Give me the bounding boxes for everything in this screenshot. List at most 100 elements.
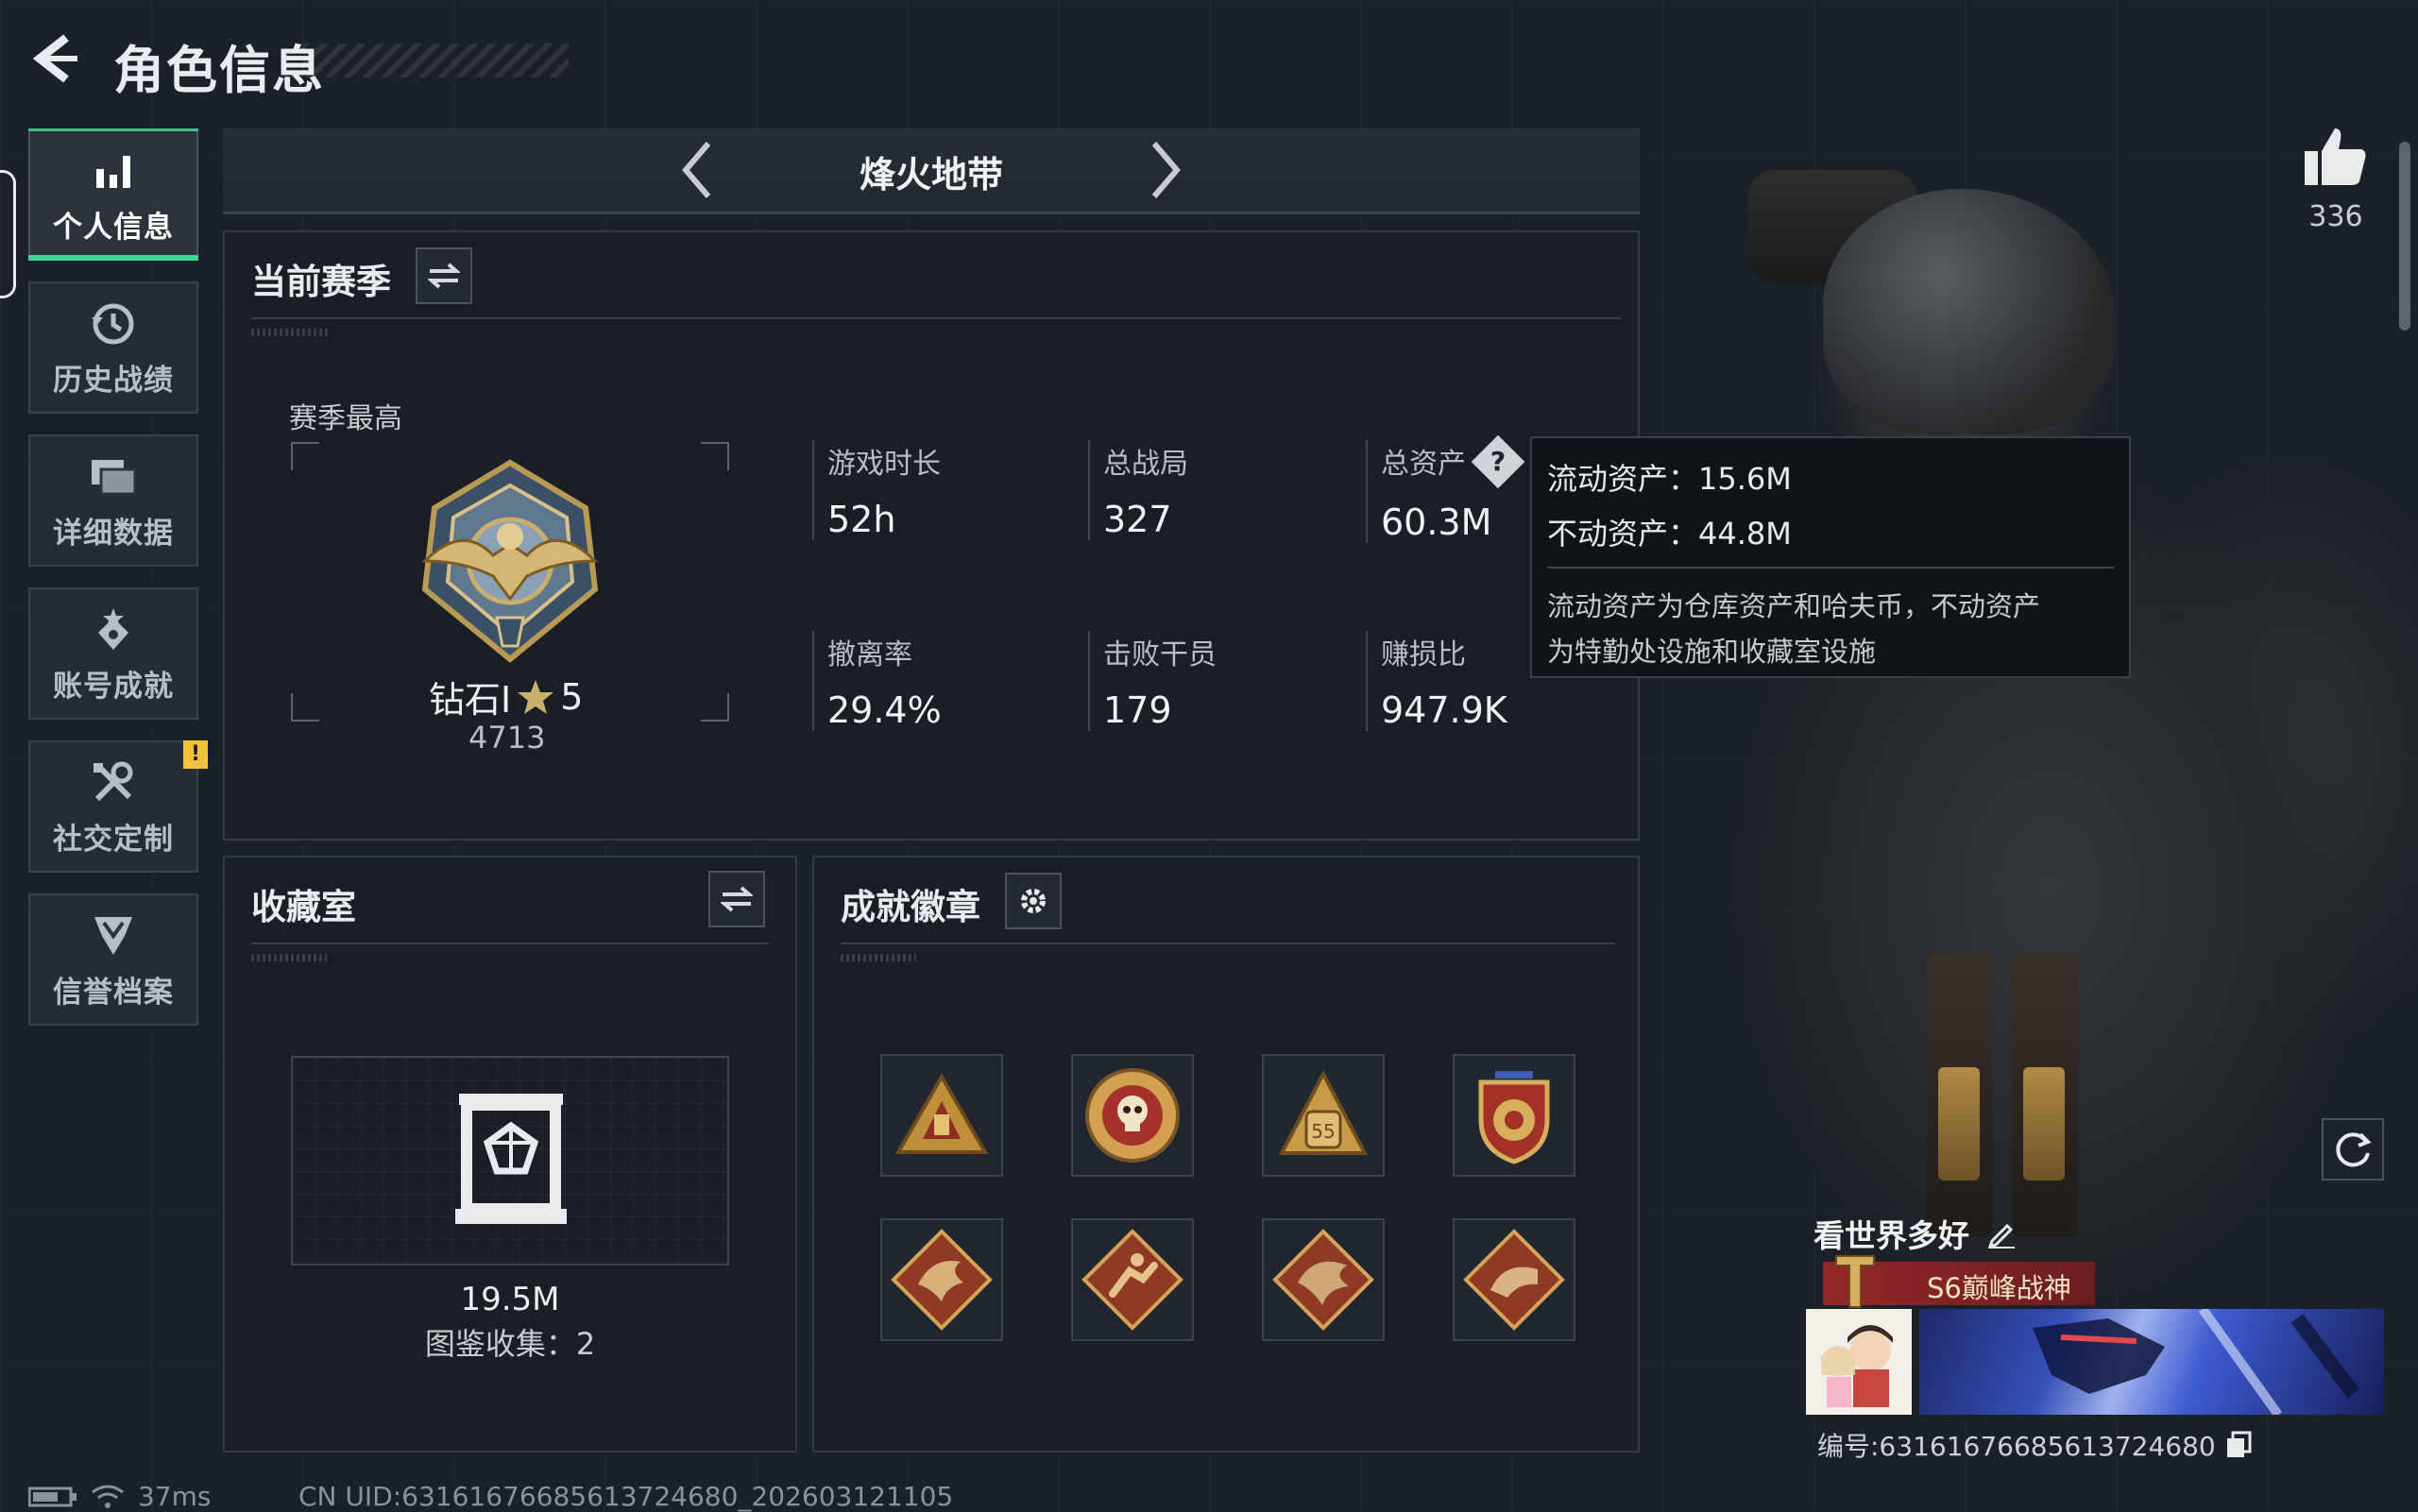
stat-value: 947.9K	[1381, 689, 1507, 731]
collection-value: 19.5M	[460, 1281, 560, 1318]
stat-label: 总战局	[1103, 448, 1188, 481]
shield-stars-icon	[1478, 1071, 1550, 1164]
diamond-rank-badge-icon	[406, 457, 614, 665]
rank-name: 钻石I 5	[429, 671, 583, 722]
collection-count: 图鉴收集：2	[424, 1326, 596, 1362]
stat-label: 赚损比	[1381, 638, 1466, 671]
collection-title: 收藏室	[251, 887, 356, 927]
badge-slot[interactable]	[880, 1218, 1003, 1341]
rank-stars: 5	[560, 675, 584, 718]
stat-total-assets: 总资产? 60.3M	[1366, 434, 1525, 543]
divider	[841, 943, 1615, 944]
like-button[interactable]	[2301, 123, 2369, 191]
badge-slot[interactable]: 55	[1262, 1054, 1385, 1177]
mode-title: 烽火地带	[859, 154, 1003, 195]
badge-slot[interactable]	[1071, 1054, 1194, 1177]
croc-diamond-icon	[1463, 1229, 1565, 1331]
nav-label: 账号成就	[53, 669, 174, 704]
tooltip-desc-line: 为特勤处设施和收藏室设施	[1547, 636, 1877, 668]
badge-slot[interactable]	[880, 1054, 1003, 1177]
credit-icon	[87, 909, 140, 962]
alert-badge: !	[183, 740, 208, 769]
nav-label: 信誉档案	[53, 975, 174, 1010]
refresh-icon	[2336, 1132, 2372, 1167]
nav-label: 社交定制	[53, 822, 174, 857]
liquid-assets: 流动资产：15.6M	[1547, 461, 1792, 497]
stat-extraction-rate: 撤离率 29.4%	[812, 631, 942, 731]
badge-settings-button[interactable]	[1005, 873, 1062, 929]
nav-item-achievements[interactable]: 账号成就	[28, 587, 198, 720]
tools-icon	[87, 756, 140, 809]
stat-value: 29.4%	[827, 689, 942, 731]
backpack-badge-icon: 55	[1278, 1069, 1369, 1155]
stat-label: 撤离率	[827, 638, 912, 671]
rotate-model-button[interactable]	[2322, 1118, 2384, 1181]
nav-label: 个人信息	[53, 210, 174, 245]
badge-slot[interactable]	[1453, 1218, 1575, 1341]
folder-icon	[87, 450, 140, 503]
player-avatar[interactable]	[1806, 1309, 1912, 1415]
achievement-icon	[87, 603, 140, 656]
battery-icon	[28, 1487, 77, 1506]
history-icon	[87, 297, 140, 350]
scrollbar[interactable]	[2399, 142, 2410, 331]
footer-uid: CN UID:631616766856137246​80_20260312110…	[298, 1481, 954, 1512]
nav-item-detailed-data[interactable]: 详细数据	[28, 434, 198, 567]
side-drawer-tab[interactable]	[0, 170, 16, 298]
tooltip-divider	[1547, 567, 2114, 569]
decoration-dots	[251, 954, 327, 961]
nav-item-personal-info[interactable]: 个人信息	[28, 128, 198, 261]
nav-label: 详细数据	[53, 516, 174, 551]
badge-slot[interactable]	[1071, 1218, 1194, 1341]
chevron-right-icon	[1151, 142, 1181, 198]
star-icon	[518, 679, 554, 714]
bar-chart-icon	[87, 144, 140, 197]
nav-item-social-custom[interactable]: 社交定制 !	[28, 740, 208, 873]
swap-icon	[721, 886, 753, 912]
divider	[251, 317, 1621, 319]
stat-play-time: 游戏时长 52h	[812, 440, 941, 540]
stat-label: 总资产?	[1381, 434, 1525, 488]
decoration-dots	[251, 329, 331, 336]
edit-icon[interactable]	[1986, 1218, 2017, 1249]
back-arrow-icon	[32, 34, 77, 83]
back-button[interactable]	[28, 32, 81, 85]
stat-value: 60.3M	[1381, 501, 1492, 543]
player-banner[interactable]	[1919, 1309, 2384, 1415]
svg-text:55: 55	[1311, 1120, 1335, 1143]
divider	[251, 943, 769, 944]
player-uid: 编号:631616766856137246​80	[1817, 1431, 2216, 1462]
decoration-dots	[841, 954, 916, 961]
assets-tooltip: 流动资产：15.6M 不动资产：44.8M 流动资产为仓库资产和哈夫币，不动资产…	[1530, 436, 2131, 678]
ping: 37ms	[138, 1481, 212, 1512]
help-icon[interactable]: ?	[1471, 434, 1525, 488]
dragon-diamond-icon	[891, 1229, 993, 1331]
runner-diamond-icon	[1081, 1229, 1183, 1331]
nav-item-credit-record[interactable]: 信誉档案	[28, 893, 198, 1026]
badges-title: 成就徽章	[841, 887, 980, 927]
stat-label-text: 总资产	[1381, 448, 1466, 481]
rank-score: 4713	[468, 720, 546, 756]
triangle-badge-icon	[894, 1073, 989, 1154]
player-uid-row: 编号:631616766856137246​80	[1817, 1426, 2252, 1464]
switch-season-button[interactable]	[416, 247, 472, 304]
badge-slot[interactable]	[1262, 1218, 1385, 1341]
copy-icon[interactable]	[2225, 1431, 2252, 1459]
vault-case-icon	[455, 1094, 567, 1224]
switch-collection-button[interactable]	[708, 871, 765, 927]
stat-operators-defeated: 击败干员 179	[1088, 631, 1217, 731]
badge-slot[interactable]	[1453, 1054, 1575, 1177]
next-mode-button[interactable]	[1135, 138, 1196, 202]
gear-icon	[1021, 889, 1046, 913]
helmet	[1823, 189, 2116, 434]
vault-display[interactable]	[291, 1056, 729, 1266]
player-title: S6巅峰战神	[1927, 1272, 2071, 1304]
stat-label: 游戏时长	[827, 448, 941, 481]
dragon-diamond-icon-2	[1272, 1229, 1374, 1331]
stat-value: 179	[1103, 689, 1172, 731]
stat-label: 击败干员	[1103, 638, 1217, 671]
rank-label: 钻石I	[429, 679, 512, 721]
nav-item-history[interactable]: 历史战绩	[28, 281, 198, 414]
skull-medal-icon	[1085, 1068, 1180, 1163]
tooltip-desc-line: 流动资产为仓库资产和哈夫币，不动资产	[1547, 590, 2041, 622]
